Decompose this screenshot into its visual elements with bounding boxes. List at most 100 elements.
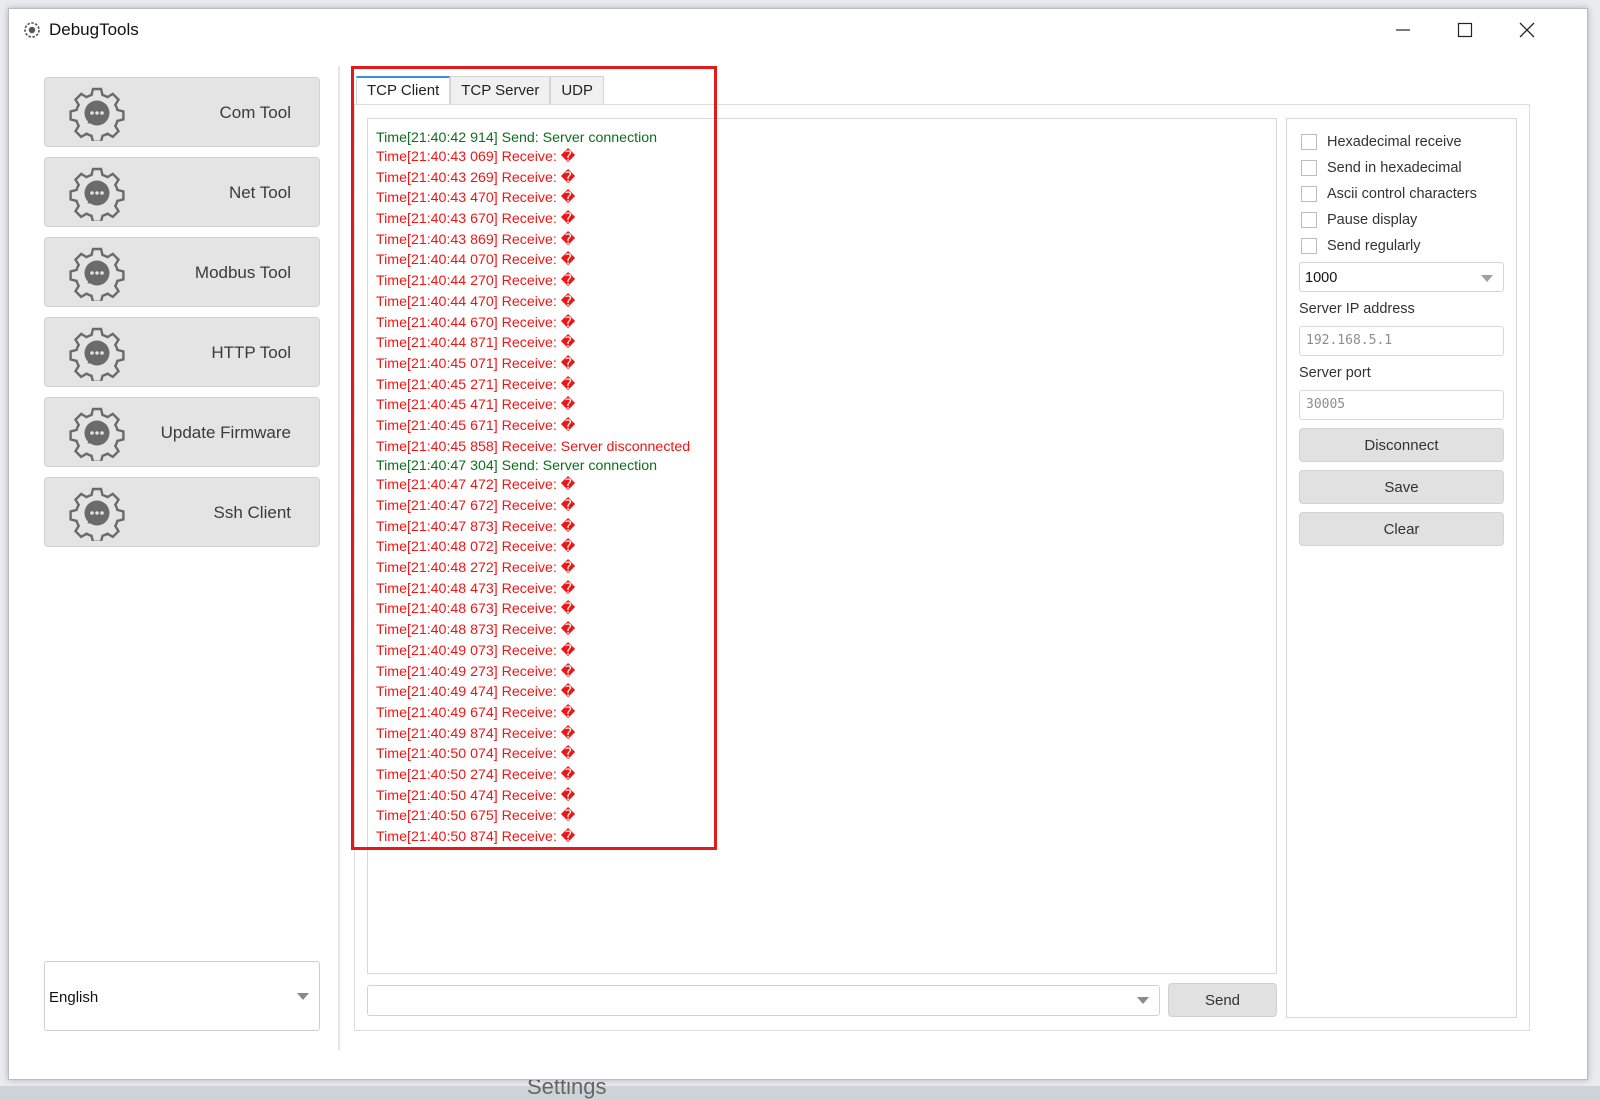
- server-ip-input[interactable]: 192.168.5.1: [1299, 326, 1504, 356]
- tab-bar: TCP Client TCP Server UDP: [356, 76, 604, 106]
- log-line: Time[21:40:49 073] Receive: �: [376, 642, 576, 659]
- log-line: Time[21:40:43 269] Receive: �: [376, 169, 576, 186]
- log-line: Time[21:40:49 474] Receive: �: [376, 684, 576, 701]
- log-line: Time[21:40:48 873] Receive: �: [376, 622, 576, 639]
- log-list: Time[21:40:42 914] Send: Server connecti…: [376, 129, 690, 848]
- log-line: Time[21:40:43 869] Receive: �: [376, 231, 576, 248]
- sidebar-item-label: Net Tool: [228, 183, 291, 202]
- save-button[interactable]: Save: [1299, 470, 1504, 504]
- log-line: Time[21:40:49 273] Receive: �: [376, 663, 576, 680]
- log-line: Time[21:40:44 670] Receive: �: [376, 314, 576, 331]
- option-send-regularly[interactable]: Send regularly: [1301, 236, 1421, 256]
- sidebar-item-http-tool[interactable]: HTTP Tool: [44, 317, 320, 387]
- gear-chat-icon: [69, 85, 125, 141]
- sidebar-item-modbus-tool[interactable]: Modbus Tool: [44, 237, 320, 307]
- checkbox[interactable]: [1301, 212, 1317, 228]
- log-line: Time[21:40:47 304] Send: Server connecti…: [376, 458, 658, 475]
- chevron-down-icon: [1137, 997, 1149, 1004]
- checkbox[interactable]: [1301, 160, 1317, 176]
- log-line: Time[21:40:49 874] Receive: �: [376, 725, 576, 742]
- sidebar-item-update-firmware[interactable]: Update Firmware: [44, 397, 320, 467]
- log-line: Time[21:40:45 271] Receive: �: [376, 376, 576, 393]
- gear-chat-icon: [69, 405, 125, 461]
- log-line: Time[21:40:45 471] Receive: �: [376, 397, 576, 414]
- option-label: Ascii control characters: [1327, 186, 1477, 202]
- chevron-down-icon: [297, 993, 309, 1000]
- option-label: Hexadecimal receive: [1327, 134, 1462, 150]
- option-hex-receive[interactable]: Hexadecimal receive: [1301, 132, 1462, 152]
- option-label: Send regularly: [1327, 238, 1421, 254]
- chevron-down-icon: [1481, 275, 1493, 282]
- gear-chat-icon: [69, 485, 125, 541]
- title-bar: DebugTools: [9, 9, 1587, 51]
- log-line: Time[21:40:43 470] Receive: �: [376, 190, 576, 207]
- checkbox[interactable]: [1301, 238, 1317, 254]
- sidebar-item-label: HTTP Tool: [211, 343, 291, 362]
- send-button[interactable]: Send: [1168, 983, 1277, 1017]
- tab-tcp-client[interactable]: TCP Client: [356, 76, 451, 106]
- sidebar-item-label: Ssh Client: [213, 503, 291, 522]
- window-title: DebugTools: [49, 20, 139, 39]
- sidebar-item-com-tool[interactable]: Com Tool: [44, 77, 320, 147]
- minimize-button[interactable]: [1379, 15, 1427, 45]
- option-ascii-control[interactable]: Ascii control characters: [1301, 184, 1477, 204]
- disconnect-button[interactable]: Disconnect: [1299, 428, 1504, 462]
- interval-select[interactable]: 1000: [1299, 262, 1504, 292]
- log-line: Time[21:40:48 473] Receive: �: [376, 580, 576, 597]
- log-line: Time[21:40:47 472] Receive: �: [376, 477, 576, 494]
- log-line: Time[21:40:44 070] Receive: �: [376, 252, 576, 269]
- log-line: Time[21:40:50 274] Receive: �: [376, 766, 576, 783]
- gear-chat-icon: [69, 165, 125, 221]
- option-label: Pause display: [1327, 212, 1418, 228]
- sidebar-item-label: Modbus Tool: [194, 263, 291, 282]
- log-line: Time[21:40:45 858] Receive: Server disco…: [376, 438, 691, 455]
- send-input[interactable]: [367, 985, 1160, 1016]
- close-icon: [1519, 22, 1535, 38]
- log-line: Time[21:40:44 871] Receive: �: [376, 335, 576, 352]
- tab-udp[interactable]: UDP: [550, 76, 604, 104]
- log-line: Time[21:40:45 071] Receive: �: [376, 355, 576, 372]
- clear-button[interactable]: Clear: [1299, 512, 1504, 546]
- log-line: Time[21:40:48 272] Receive: �: [376, 560, 576, 577]
- sidebar-item-label: Update Firmware: [160, 423, 291, 442]
- log-line: Time[21:40:48 072] Receive: �: [376, 539, 576, 556]
- sidebar: Com Tool Net Tool Modbus Tool HTTP Tool …: [44, 77, 320, 557]
- log-line: Time[21:40:50 074] Receive: �: [376, 746, 576, 763]
- option-pause-display[interactable]: Pause display: [1301, 210, 1417, 230]
- log-line: Time[21:40:50 675] Receive: �: [376, 808, 576, 825]
- log-line: Time[21:40:48 673] Receive: �: [376, 601, 576, 618]
- gear-icon: [24, 22, 40, 38]
- maximize-button[interactable]: [1441, 15, 1489, 45]
- language-value: English: [49, 989, 99, 1006]
- log-line: Time[21:40:45 671] Receive: �: [376, 417, 576, 434]
- minimize-icon: [1396, 29, 1410, 31]
- server-port-label: Server port: [1299, 365, 1371, 381]
- gear-chat-icon: [69, 245, 125, 301]
- close-button[interactable]: [1503, 15, 1551, 45]
- log-line: Time[21:40:47 672] Receive: �: [376, 498, 576, 514]
- options-panel: Hexadecimal receive Send in hexadecimal …: [1286, 118, 1517, 1018]
- log-line: Time[21:40:44 270] Receive: �: [376, 273, 576, 290]
- log-line: Time[21:40:50 874] Receive: �: [376, 829, 576, 845]
- language-select[interactable]: English: [44, 961, 320, 1031]
- interval-value: 1000: [1305, 270, 1338, 286]
- sidebar-item-label: Com Tool: [219, 103, 292, 122]
- log-line: Time[21:40:42 914] Send: Server connecti…: [376, 130, 658, 146]
- server-port-input[interactable]: 30005: [1299, 390, 1504, 420]
- panel-divider: [338, 66, 340, 1050]
- tab-tcp-server[interactable]: TCP Server: [450, 76, 551, 104]
- sidebar-item-ssh-client[interactable]: Ssh Client: [44, 477, 320, 547]
- maximize-icon: [1457, 22, 1473, 38]
- log-line: Time[21:40:43 069] Receive: �: [376, 149, 576, 165]
- checkbox[interactable]: [1301, 134, 1317, 150]
- sidebar-item-net-tool[interactable]: Net Tool: [44, 157, 320, 227]
- option-label: Send in hexadecimal: [1327, 160, 1462, 176]
- log-line: Time[21:40:50 474] Receive: �: [376, 787, 576, 804]
- log-line: Time[21:40:49 674] Receive: �: [376, 704, 576, 721]
- log-line: Time[21:40:47 873] Receive: �: [376, 518, 576, 535]
- receive-log-area[interactable]: Time[21:40:42 914] Send: Server connecti…: [367, 118, 1277, 974]
- log-line: Time[21:40:44 470] Receive: �: [376, 293, 576, 310]
- checkbox[interactable]: [1301, 186, 1317, 202]
- option-send-hex[interactable]: Send in hexadecimal: [1301, 158, 1462, 178]
- gear-chat-icon: [69, 325, 125, 381]
